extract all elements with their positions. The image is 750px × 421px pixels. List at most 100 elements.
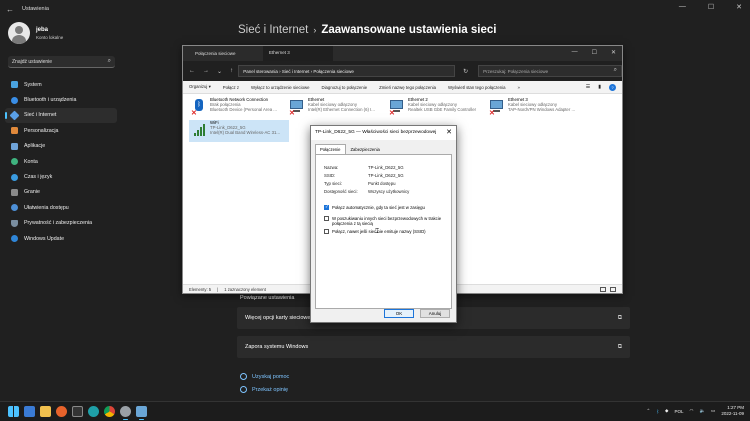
feedback-link[interactable]: Przekaż opinię — [240, 386, 288, 393]
address-bar: ← → ⌄ ↑ Panel sterowania › Sieć i Intern… — [183, 61, 622, 81]
sidebar-item-gaming[interactable]: Granie — [5, 185, 117, 200]
diagnose-button[interactable]: Diagnozuj to połączenie — [321, 85, 367, 90]
widgets-icon[interactable] — [24, 406, 35, 417]
sidebar-item-bluetooth[interactable]: Bluetooth i urządzenia — [5, 92, 117, 107]
user-profile[interactable]: jeba Konto lokalne — [8, 22, 63, 44]
battery-icon[interactable]: ▭ — [711, 408, 715, 414]
dialog-buttons: OK Anuluj — [384, 309, 450, 318]
ethernet-icon: ✕ — [489, 99, 505, 117]
edge-icon[interactable] — [88, 406, 99, 417]
account-type: Konto lokalne — [36, 34, 64, 40]
settings-search-input[interactable]: Znajdź ustawienie ⌕ — [8, 56, 115, 68]
address-path[interactable]: Panel sterowania › Sieć i Internet › Poł… — [238, 65, 456, 77]
start-icon[interactable] — [8, 406, 19, 417]
back-arrow-icon[interactable]: ← — [6, 5, 16, 14]
dialog-tabs: Połączenie Zabezpieczenia — [315, 144, 452, 154]
tab-security[interactable]: Zabezpieczenia — [346, 144, 385, 154]
system-tray: ⌃ ᛒ ◆ POL ◠ 🔈 ▭ 1:27 PM 2022-11-09 — [647, 405, 744, 417]
close-icon[interactable]: ✕ — [446, 128, 452, 136]
wifi-tray-icon[interactable]: ◠ — [690, 408, 694, 414]
sidebar-item-accounts[interactable]: Konta — [5, 154, 117, 169]
settings-gear-icon[interactable] — [120, 406, 131, 420]
connection-item[interactable]: ✕ Ethernet 2 Kabel sieciowy odłączony Real… — [387, 97, 487, 119]
connection-item[interactable]: ᛒ ✕ Bluetooth Network Connection Brak połą… — [189, 97, 289, 119]
close-icon[interactable]: ✕ — [736, 3, 742, 11]
sidebar-item-privacy[interactable]: Prywatność i zabezpieczenia — [5, 216, 117, 231]
chevron-up-icon[interactable]: ⌃ — [647, 408, 651, 414]
preview-pane-icon[interactable]: ▮ — [598, 84, 601, 91]
close-icon[interactable]: ✕ — [611, 49, 616, 56]
tab-connection[interactable]: Połączenie — [315, 144, 346, 154]
view-options-icon[interactable]: ☰ — [586, 84, 590, 91]
apps-icon — [11, 142, 18, 150]
refresh-icon[interactable]: ↻ — [463, 68, 468, 75]
netwin-tab[interactable]: Ethernet 3 — [263, 46, 333, 61]
dialog-panel: Nazwa: TP-Link_D622_5G SSID: TP-Link_D622_… — [315, 154, 452, 309]
disable-device-button[interactable]: Wyłącz to urządzenie sieciowe — [251, 85, 309, 90]
bluetooth-tray-icon[interactable]: ᛒ — [656, 409, 659, 414]
checkbox[interactable] — [324, 216, 329, 221]
get-help-link[interactable]: Uzyskaj pomoc — [240, 373, 289, 380]
sidebar-item-accessibility[interactable]: Ułatwienia dostępu — [5, 200, 117, 215]
forward-icon[interactable]: → — [203, 68, 209, 75]
connection-item-wifi[interactable]: WiFi TP-Link_D622_5G Intel(R) Dual Band Wi… — [189, 120, 289, 142]
terminal-icon[interactable] — [72, 406, 83, 417]
command-bar: Organizuj ▾ Połącz z Wyłącz to urządzeni… — [183, 81, 622, 94]
page-title: Sieć i Internet › Zaawansowane ustawienia … — [238, 24, 496, 36]
checkbox[interactable] — [324, 229, 329, 234]
maximize-icon[interactable]: ☐ — [708, 3, 714, 11]
field-ssid: SSID: TP-Link_D622_5G — [324, 173, 404, 178]
details-view-icon[interactable] — [600, 287, 606, 292]
clock[interactable]: 1:27 PM 2022-11-09 — [721, 405, 744, 417]
connect-hidden-ssid-checkbox[interactable]: Połącz, nawet jeśli sieć nie emituje naz… — [324, 229, 449, 234]
wireless-properties-dialog: TP-Link_D622_5G — Właściwości sieci bezp… — [310, 125, 457, 323]
search-placeholder: Znajdź ustawienie — [12, 59, 53, 65]
brush-icon — [11, 127, 18, 135]
checkbox-checked[interactable] — [324, 204, 329, 210]
system-icon — [11, 81, 18, 89]
back-icon[interactable]: ← — [189, 68, 195, 75]
maximize-icon[interactable]: ☐ — [592, 49, 597, 56]
sidebar-item-apps[interactable]: Aplikacje — [5, 139, 117, 154]
netwin-titlebar: Połączenia sieciowe Ethernet 3 — ☐ ✕ — [183, 46, 622, 61]
language-indicator[interactable]: POL — [674, 409, 683, 414]
sidebar-item-windows-update[interactable]: Windows Update — [5, 231, 117, 246]
chrome-icon[interactable] — [104, 406, 115, 417]
connections-search-input[interactable]: Przeszukaj: Połączenia sieciowe ⌕ — [478, 65, 622, 77]
dialog-title: TP-Link_D622_5G — Właściwości sieci bezp… — [315, 130, 437, 135]
file-explorer-icon[interactable] — [40, 406, 51, 417]
search-icon: ⌕ — [107, 58, 111, 64]
minimize-icon[interactable]: — — [572, 49, 578, 56]
sidebar-item-system[interactable]: System — [5, 77, 117, 92]
firefox-icon[interactable] — [56, 406, 67, 417]
section-label: Powiązane ustawienia — [240, 295, 295, 301]
more-commands-button[interactable]: » — [518, 85, 520, 90]
connection-item[interactable]: ✕ Ethernet 3 Kabel sieciowy odłączony TAP-… — [487, 97, 587, 119]
security-icon[interactable]: ◆ — [665, 408, 668, 414]
network-connections-taskbar-icon[interactable] — [136, 406, 147, 420]
taskbar: ⌃ ᛒ ◆ POL ◠ 🔈 ▭ 1:27 PM 2022-11-09 — [0, 401, 750, 421]
up-icon[interactable]: ↑ — [230, 68, 233, 75]
chevron-down-icon[interactable]: ⌄ — [217, 68, 222, 75]
field-name: Nazwa: TP-Link_D622_5G — [324, 165, 404, 170]
minimize-icon[interactable]: — — [679, 3, 686, 11]
sidebar-item-time-language[interactable]: Czas i język — [5, 169, 117, 184]
breadcrumb-parent[interactable]: Sieć i Internet — [238, 24, 308, 36]
cancel-button[interactable]: Anuluj — [420, 309, 450, 318]
breadcrumb-separator: › — [313, 25, 317, 35]
sidebar-item-network[interactable]: Sieć i Internet — [5, 107, 117, 124]
look-for-other-networks-checkbox[interactable]: W poszukiwaniu innych sieci bezprzewodow… — [324, 216, 449, 226]
sidebar-item-personalization[interactable]: Personalizacja — [5, 123, 117, 138]
rename-button[interactable]: Zmień nazwę tego połączenia — [379, 85, 436, 90]
view-status-button[interactable]: Wyświetl stan tego połączenia — [448, 85, 506, 90]
auto-connect-checkbox[interactable]: Połącz automatycznie, gdy ta sieć jest w… — [324, 204, 449, 210]
volume-icon[interactable]: 🔈 — [699, 408, 705, 414]
connect-to-button[interactable]: Połącz z — [223, 85, 239, 90]
ok-button[interactable]: OK — [384, 309, 414, 318]
windows-firewall-card[interactable]: Zapora systemu Windows ⧉ — [237, 336, 630, 358]
window-controls: — ☐ ✕ — [679, 3, 742, 11]
help-icon[interactable]: ? — [609, 83, 616, 91]
organize-button[interactable]: Organizuj ▾ — [189, 84, 211, 90]
connection-item[interactable]: ✕ Ethernet Kabel sieciowy odłączony Intel(… — [287, 97, 387, 119]
tiles-view-icon[interactable] — [610, 287, 616, 292]
